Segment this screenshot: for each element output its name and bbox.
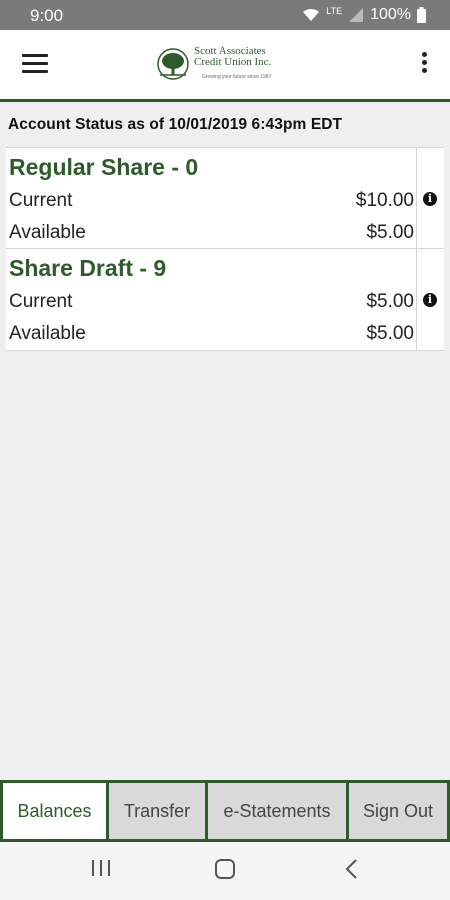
current-value: $10.00 [355, 190, 414, 211]
available-label: Available [9, 222, 86, 243]
recents-icon[interactable] [90, 858, 112, 883]
current-label: Current [9, 190, 73, 211]
status-indicators: LTE 100% [302, 6, 426, 24]
current-label: Current [9, 291, 73, 312]
current-balance-row: Current $5.00 [6, 287, 416, 317]
bottom-tab-bar: Balances Transfer e-Statements Sign Out [0, 780, 450, 842]
available-balance-row: Available $5.00 [6, 218, 416, 248]
tab-transfer[interactable]: Transfer [109, 783, 205, 839]
available-value: $5.00 [366, 323, 414, 344]
tab-e-statements[interactable]: e-Statements [208, 783, 346, 839]
logo-tagline: Growing your future since 1987 [202, 74, 272, 80]
back-icon[interactable] [342, 858, 362, 885]
logo-text: Scott Associates Credit Union Inc. [194, 46, 271, 68]
logo-line2: Credit Union Inc. [194, 56, 272, 68]
column-divider [416, 148, 417, 248]
hamburger-menu-icon[interactable] [22, 54, 48, 76]
status-time: 9:00 [30, 6, 64, 25]
app-header: Scott Associates Credit Union Inc. Growi… [0, 30, 450, 102]
column-divider [416, 249, 417, 350]
home-icon[interactable] [214, 858, 236, 885]
tab-sign-out[interactable]: Sign Out [349, 783, 447, 839]
status-bar: 9:00 LTE 100% [0, 0, 450, 30]
info-icon[interactable]: i [423, 192, 437, 206]
system-nav-bar [0, 842, 450, 900]
account-card[interactable]: Regular Share - 0 Current $10.00 Availab… [6, 147, 444, 249]
battery-percent: 100% [370, 6, 411, 23]
battery-icon [417, 7, 426, 23]
tree-logo-icon [157, 48, 189, 80]
wifi-icon [302, 8, 320, 22]
tab-balances[interactable]: Balances [3, 783, 106, 839]
account-list: Regular Share - 0 Current $10.00 Availab… [6, 147, 444, 351]
current-value: $5.00 [366, 291, 414, 312]
account-card[interactable]: Share Draft - 9 Current $5.00 Available … [6, 249, 444, 351]
current-balance-row: Current $10.00 [6, 186, 416, 216]
account-name[interactable]: Regular Share - 0 [9, 154, 198, 181]
credit-union-logo: Scott Associates Credit Union Inc. Growi… [154, 46, 299, 84]
available-value: $5.00 [366, 222, 414, 243]
signal-icon [348, 7, 364, 23]
account-status-heading: Account Status as of 10/01/2019 6:43pm E… [0, 108, 450, 142]
network-type: LTE [326, 6, 343, 16]
info-icon[interactable]: i [423, 293, 437, 307]
account-name[interactable]: Share Draft - 9 [9, 255, 166, 282]
available-balance-row: Available $5.00 [6, 319, 416, 349]
kebab-menu-icon[interactable] [422, 52, 428, 78]
available-label: Available [9, 323, 86, 344]
